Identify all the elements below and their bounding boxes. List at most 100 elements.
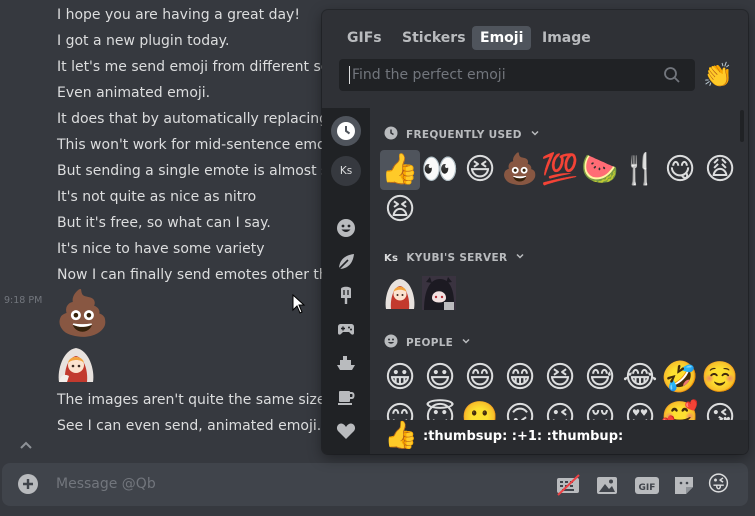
emoji-smiling-hearts[interactable]: 🥰 [660, 398, 700, 420]
boat-icon [337, 356, 355, 370]
rail-recent[interactable] [331, 116, 361, 146]
sticker-icon[interactable] [672, 473, 698, 497]
rail-travel[interactable] [331, 348, 361, 378]
emoji-100[interactable]: 💯 [540, 150, 580, 190]
emoji-heart-eyes[interactable]: 😍 [620, 398, 660, 420]
emoji-thumbsup[interactable]: 👍 [380, 150, 420, 190]
category-label: PEOPLE [406, 337, 454, 349]
image-icon[interactable] [594, 473, 620, 497]
category-header-server[interactable]: Ks KYUBI'S SERVER [384, 250, 525, 266]
category-label: KYUBI'S SERVER [406, 252, 508, 264]
coffee-icon [338, 391, 355, 405]
emoji-joy[interactable]: 😂 [620, 358, 660, 398]
message-text: It let's me send emoji from different se… [57, 59, 344, 75]
poop-emoji-message: 💩 [55, 288, 110, 339]
smiley-icon [384, 334, 398, 348]
smiley-icon [337, 219, 355, 237]
rail-objects[interactable] [331, 382, 361, 412]
message-composer: Message @Qb GIF 😜 [2, 463, 748, 506]
gif-icon[interactable]: GIF [634, 473, 660, 497]
leaf-icon [338, 254, 354, 270]
chevron-up-icon[interactable] [18, 438, 34, 454]
chevron-down-icon [516, 253, 524, 259]
tab-gifs[interactable]: GIFs [339, 26, 390, 50]
emoji-slight-smile[interactable]: 🙂 [460, 398, 500, 420]
emoji-innocent[interactable]: 😇 [420, 398, 460, 420]
message-input[interactable]: Message @Qb [56, 463, 516, 506]
emoji-search-input[interactable]: Find the perfect emoji [339, 59, 695, 91]
message-text: I got a new plugin today. [57, 33, 230, 49]
emoji-grinning[interactable]: 😀 [380, 358, 420, 398]
server-initials: Ks [384, 253, 399, 264]
emoji-wink[interactable]: 😉 [540, 398, 580, 420]
tab-stickers[interactable]: Stickers [394, 26, 474, 50]
message-text: The images aren't quite the same size as [57, 392, 346, 408]
chevron-down-icon [462, 338, 470, 344]
emoji-tired-face[interactable]: 😫 [380, 190, 420, 230]
emoji-eyes[interactable]: 👀 [420, 150, 460, 190]
blanket-girl-emoji [58, 348, 94, 382]
emoji-laughing[interactable]: 😆 [460, 150, 500, 190]
message-text: It does that by automatically replacing … [57, 111, 347, 127]
message-text: But sending a single emote is almost see [57, 163, 346, 179]
message-text: I hope you are having a great day! [57, 7, 300, 23]
popsicle-icon [341, 286, 351, 304]
message-text: Now I can finally send emotes other tha [57, 267, 337, 283]
heart-icon [336, 423, 356, 439]
clock-icon [384, 126, 398, 140]
tab-image[interactable]: Image [534, 26, 599, 50]
tab-emoji[interactable]: Emoji [472, 26, 532, 50]
search-placeholder: Find the perfect emoji [349, 66, 506, 84]
mouse-cursor-icon [292, 294, 306, 314]
emoji-preview-bar: 👍 :thumbsup: :+1: :thumbup: [370, 420, 748, 454]
chevron-down-icon [531, 130, 539, 136]
rail-symbols[interactable] [331, 416, 361, 446]
svg-text:GIF: GIF [639, 483, 656, 493]
message-text: It's nice to have some variety [57, 241, 265, 257]
emoji-upside-down[interactable]: 🙃 [500, 398, 540, 420]
gamepad-icon [338, 324, 354, 335]
emoji-laughing[interactable]: 😆 [540, 358, 580, 398]
keyboard-slash-icon[interactable] [555, 473, 581, 497]
emoji-smile[interactable]: 😄 [460, 358, 500, 398]
preview-emoji: 👍 [384, 420, 418, 451]
server-emoji-blanket-girl[interactable] [383, 276, 417, 310]
message-text: Even animated emoji. [57, 85, 211, 101]
picker-body: Ks FREQUENTLY USED 👍 👀 😆 💩 💯 🍉 🍴 😋 😩 😫 K… [322, 108, 748, 454]
emoji-relaxed[interactable]: ☺️ [700, 358, 740, 398]
emoji-sweat-smile[interactable]: 😅 [580, 358, 620, 398]
emoji-smiley[interactable]: 😃 [420, 358, 460, 398]
skin-tone-selector[interactable]: 👏 [703, 60, 733, 90]
category-rail: Ks [322, 108, 370, 454]
rail-food[interactable] [331, 280, 361, 310]
emoji-relieved[interactable]: 😌 [580, 398, 620, 420]
message-text: But it's free, so what can I say. [57, 215, 271, 231]
message-text: It's not quite as nice as nitro [57, 189, 257, 205]
message-timestamp: 9:18 PM [4, 295, 43, 306]
emoji-kissing-heart[interactable]: 😘 [700, 398, 740, 420]
category-header-people[interactable]: PEOPLE [384, 334, 471, 350]
add-attachment-icon[interactable] [17, 473, 39, 495]
emoji-picker-button[interactable]: 😜 [707, 473, 733, 497]
emoji-watermelon[interactable]: 🍉 [580, 150, 620, 190]
emoji-yum[interactable]: 😋 [660, 150, 700, 190]
clock-icon [337, 122, 355, 140]
preview-shortcodes: :thumbsup: :+1: :thumbup: [423, 429, 624, 444]
emoji-grid-scrollbar[interactable] [740, 110, 744, 142]
rail-nature[interactable] [331, 247, 361, 277]
server-emoji-anime-girl[interactable] [422, 276, 456, 310]
rail-server-ks[interactable]: Ks [331, 156, 361, 186]
emoji-weary[interactable]: 😩 [700, 150, 740, 190]
emoji-picker-popout: GIFs Stickers Emoji Image Find the perfe… [322, 10, 748, 454]
category-header-frequent[interactable]: FREQUENTLY USED [384, 126, 540, 142]
emoji-grin[interactable]: 😁 [500, 358, 540, 398]
emoji-fork-knife[interactable]: 🍴 [620, 150, 660, 190]
emoji-poop[interactable]: 💩 [500, 150, 540, 190]
rail-people[interactable] [331, 213, 361, 243]
emoji-grid: FREQUENTLY USED 👍 👀 😆 💩 💯 🍉 🍴 😋 😩 😫 Ks KY… [370, 108, 748, 420]
message-text: See I can even send, animated emoji. [57, 418, 322, 434]
rail-activities[interactable] [331, 314, 361, 344]
category-label: FREQUENTLY USED [406, 129, 522, 141]
emoji-rofl[interactable]: 🤣 [660, 358, 700, 398]
search-icon [664, 67, 680, 83]
